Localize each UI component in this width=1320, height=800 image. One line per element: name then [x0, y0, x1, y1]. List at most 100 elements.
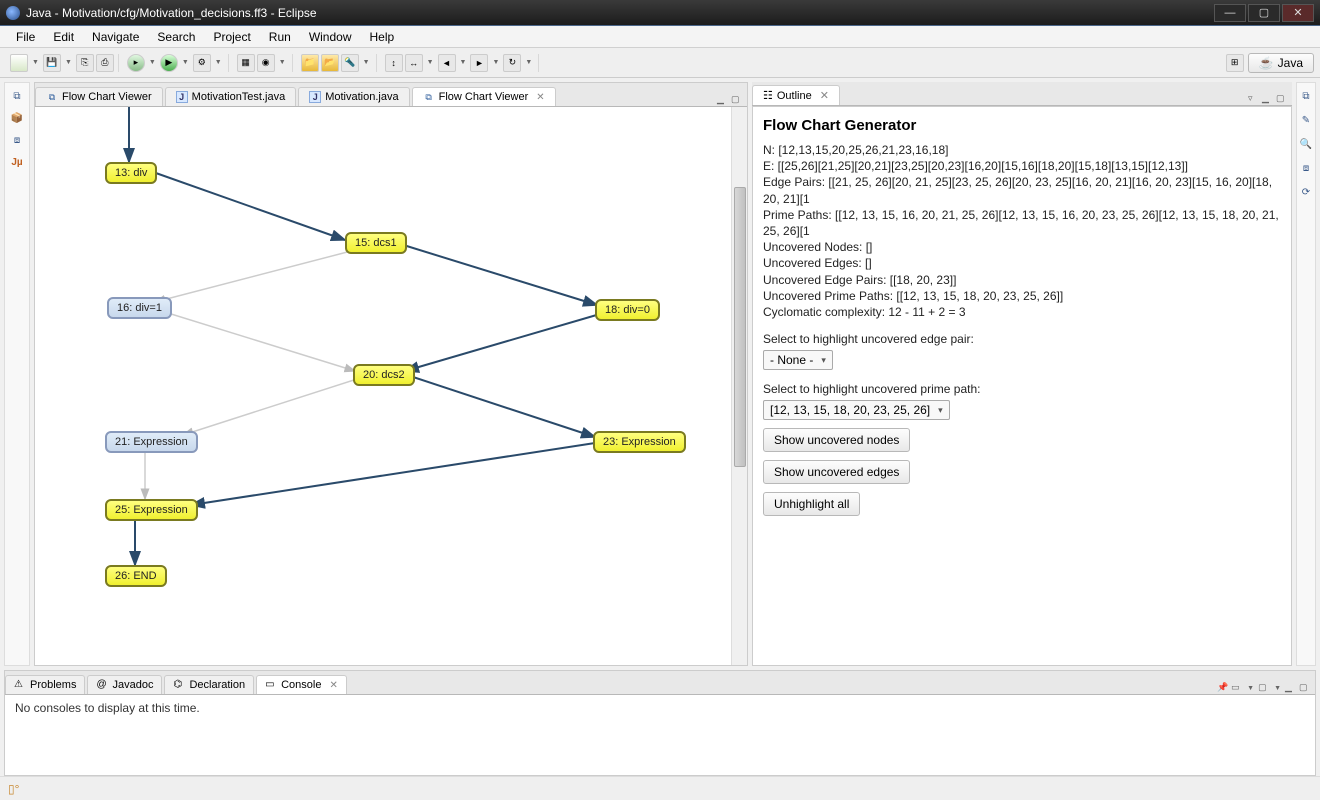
editor-tab[interactable]: ⧉ Flow Chart Viewer — [35, 87, 163, 106]
scrollbar-thumb[interactable] — [734, 187, 746, 467]
menu-window[interactable]: Window — [301, 28, 360, 46]
tasks-icon[interactable]: ✎ — [1298, 115, 1314, 131]
bottom-tabs: ⚠Problems@Javadoc⌬Declaration▭Console✕ 📌… — [5, 671, 1315, 695]
maximize-editor-icon[interactable]: ▢ — [731, 94, 743, 106]
print-button[interactable]: ⎙ — [96, 54, 114, 72]
flow-chart-icon: ⧉ — [46, 91, 58, 103]
flow-node[interactable]: 25: Expression — [105, 499, 198, 521]
menu-edit[interactable]: Edit — [45, 28, 82, 46]
hierarchy-icon[interactable]: ⧈ — [9, 135, 25, 151]
console-text: No consoles to display at this time. — [15, 701, 200, 715]
new-class-button[interactable]: ◉ — [257, 54, 275, 72]
close-tab-icon[interactable]: ✕ — [820, 89, 829, 102]
search-view-icon[interactable]: 🔍 — [1298, 139, 1314, 155]
java-perspective-icon: ☕ — [1259, 56, 1274, 70]
bottom-pane: ⚠Problems@Javadoc⌬Declaration▭Console✕ 📌… — [4, 670, 1316, 776]
outline-line: Prime Paths: [[12, 13, 15, 16, 20, 21, 2… — [763, 207, 1281, 239]
vertical-scrollbar[interactable] — [731, 107, 747, 665]
restore-icon[interactable]: ⧉ — [9, 91, 25, 107]
outline-icon: ☷ — [763, 89, 773, 102]
run-button[interactable]: ▶ — [160, 54, 178, 72]
minimize-editor-icon[interactable]: ▁ — [717, 94, 729, 106]
minimize-view-icon[interactable]: ▁ — [1262, 93, 1274, 105]
maximize-view-icon[interactable]: ▢ — [1276, 93, 1288, 105]
maximize-button[interactable]: ▢ — [1248, 4, 1280, 22]
perspective-label: Java — [1278, 56, 1303, 70]
select-edge-pair-dropdown[interactable]: - None - — [763, 350, 833, 370]
unhighlight-all-button[interactable]: Unhighlight all — [763, 492, 860, 516]
open-console-icon[interactable]: ▢ — [1258, 682, 1270, 694]
display-console-icon[interactable]: ▭ — [1231, 682, 1243, 694]
flow-node[interactable]: 13: div — [105, 162, 157, 184]
editor-tab[interactable]: ⧉Flow Chart Viewer✕ — [412, 87, 556, 106]
editor-tabs: ⧉ Flow Chart Viewer JMotivationTest.javaJM… — [35, 83, 747, 107]
nav-button-1[interactable]: ↕ — [385, 54, 403, 72]
outline-line: Uncovered Prime Paths: [[12, 13, 15, 18,… — [763, 288, 1281, 304]
menu-run[interactable]: Run — [261, 28, 299, 46]
perspective-java[interactable]: ☕ Java — [1248, 53, 1314, 73]
bottom-tab-javadoc[interactable]: @Javadoc — [87, 675, 162, 694]
nav-button-3[interactable]: ↻ — [503, 54, 521, 72]
outline-title: Flow Chart Generator — [763, 117, 1281, 134]
flow-node[interactable]: 16: div=1 — [107, 297, 172, 319]
bookmarks-icon[interactable]: ⧈ — [1298, 163, 1314, 179]
menu-file[interactable]: File — [8, 28, 43, 46]
save-button[interactable]: 💾 — [43, 54, 61, 72]
search-button[interactable]: 🔦 — [341, 54, 359, 72]
close-tab-icon[interactable]: ✕ — [329, 680, 337, 691]
outline-line: Edge Pairs: [[21, 25, 26][20, 21, 25][23… — [763, 174, 1281, 206]
ext-tools-button[interactable]: ⚙ — [193, 54, 211, 72]
flow-node[interactable]: 20: dcs2 — [353, 364, 415, 386]
show-uncovered-nodes-button[interactable]: Show uncovered nodes — [763, 428, 910, 452]
new-package-button[interactable]: ▦ — [237, 54, 255, 72]
editor-tab[interactable]: JMotivation.java — [298, 87, 409, 106]
maximize-bottom-icon[interactable]: ▢ — [1299, 682, 1311, 694]
flow-chart-canvas[interactable]: 13: div 15: dcs1 16: div=1 18: div=0 20: dcs… — [35, 107, 747, 665]
tab-label: Flow Chart Viewer — [62, 91, 152, 103]
pin-console-icon[interactable]: 📌 — [1217, 682, 1229, 694]
debug-button[interactable]: ▸ — [127, 54, 145, 72]
restore-right-icon[interactable]: ⧉ — [1298, 91, 1314, 107]
flow-node[interactable]: 18: div=0 — [595, 299, 660, 321]
select-prime-path-dropdown[interactable]: [12, 13, 15, 18, 20, 23, 25, 26] — [763, 400, 950, 420]
console-body: No consoles to display at this time. — [5, 695, 1315, 775]
nav-button-2[interactable]: ↔ — [405, 54, 423, 72]
select-edge-pair-label: Select to highlight uncovered edge pair: — [763, 332, 1281, 346]
menu-help[interactable]: Help — [362, 28, 403, 46]
minimize-button[interactable]: — — [1214, 4, 1246, 22]
menu-project[interactable]: Project — [205, 28, 258, 46]
view-menu-icon[interactable]: ▿ — [1248, 93, 1260, 105]
outline-line: Cyclomatic complexity: 12 - 11 + 2 = 3 — [763, 304, 1281, 320]
bottom-tab-label: Problems — [30, 679, 76, 691]
editor-tab[interactable]: JMotivationTest.java — [165, 87, 297, 106]
flow-node[interactable]: 15: dcs1 — [345, 232, 407, 254]
forward-button[interactable]: ► — [470, 54, 488, 72]
main-toolbar: ▼ 💾▼ ⎘ ⎙ ▸▼ ▶▼ ⚙▼ ▦ ◉▼ 📁 📂 🔦▼ ↕ ↔▼ ◄▼ ►▼… — [0, 48, 1320, 78]
flow-node[interactable]: 26: END — [105, 565, 167, 587]
junit-icon[interactable]: Jµ — [9, 157, 25, 173]
console-icon: ▭ — [265, 679, 277, 691]
back-button[interactable]: ◄ — [438, 54, 456, 72]
close-button[interactable]: ✕ — [1282, 4, 1314, 22]
new-button[interactable] — [10, 54, 28, 72]
close-tab-icon[interactable]: ✕ — [536, 92, 544, 103]
flow-node[interactable]: 21: Expression — [105, 431, 198, 453]
minimize-bottom-icon[interactable]: ▁ — [1285, 682, 1297, 694]
save-all-button[interactable]: ⎘ — [76, 54, 94, 72]
outline-body: Flow Chart Generator N: [12,13,15,20,25,… — [752, 106, 1292, 666]
declaration-icon: ⌬ — [173, 679, 185, 691]
progress-icon[interactable]: ⟳ — [1298, 187, 1314, 203]
package-explorer-icon[interactable]: 📦 — [9, 113, 25, 129]
window-title: Java - Motivation/cfg/Motivation_decisio… — [26, 6, 317, 20]
flow-node[interactable]: 23: Expression — [593, 431, 686, 453]
menu-search[interactable]: Search — [149, 28, 203, 46]
open-task-button[interactable]: 📂 — [321, 54, 339, 72]
show-uncovered-edges-button[interactable]: Show uncovered edges — [763, 460, 910, 484]
menu-navigate[interactable]: Navigate — [84, 28, 147, 46]
tab-outline[interactable]: ☷ Outline ✕ — [752, 85, 840, 105]
bottom-tab-problems[interactable]: ⚠Problems — [5, 675, 85, 694]
open-perspective-button[interactable]: ⊞ — [1226, 54, 1244, 72]
open-type-button[interactable]: 📁 — [301, 54, 319, 72]
bottom-tab-console[interactable]: ▭Console✕ — [256, 675, 347, 694]
bottom-tab-declaration[interactable]: ⌬Declaration — [164, 675, 254, 694]
